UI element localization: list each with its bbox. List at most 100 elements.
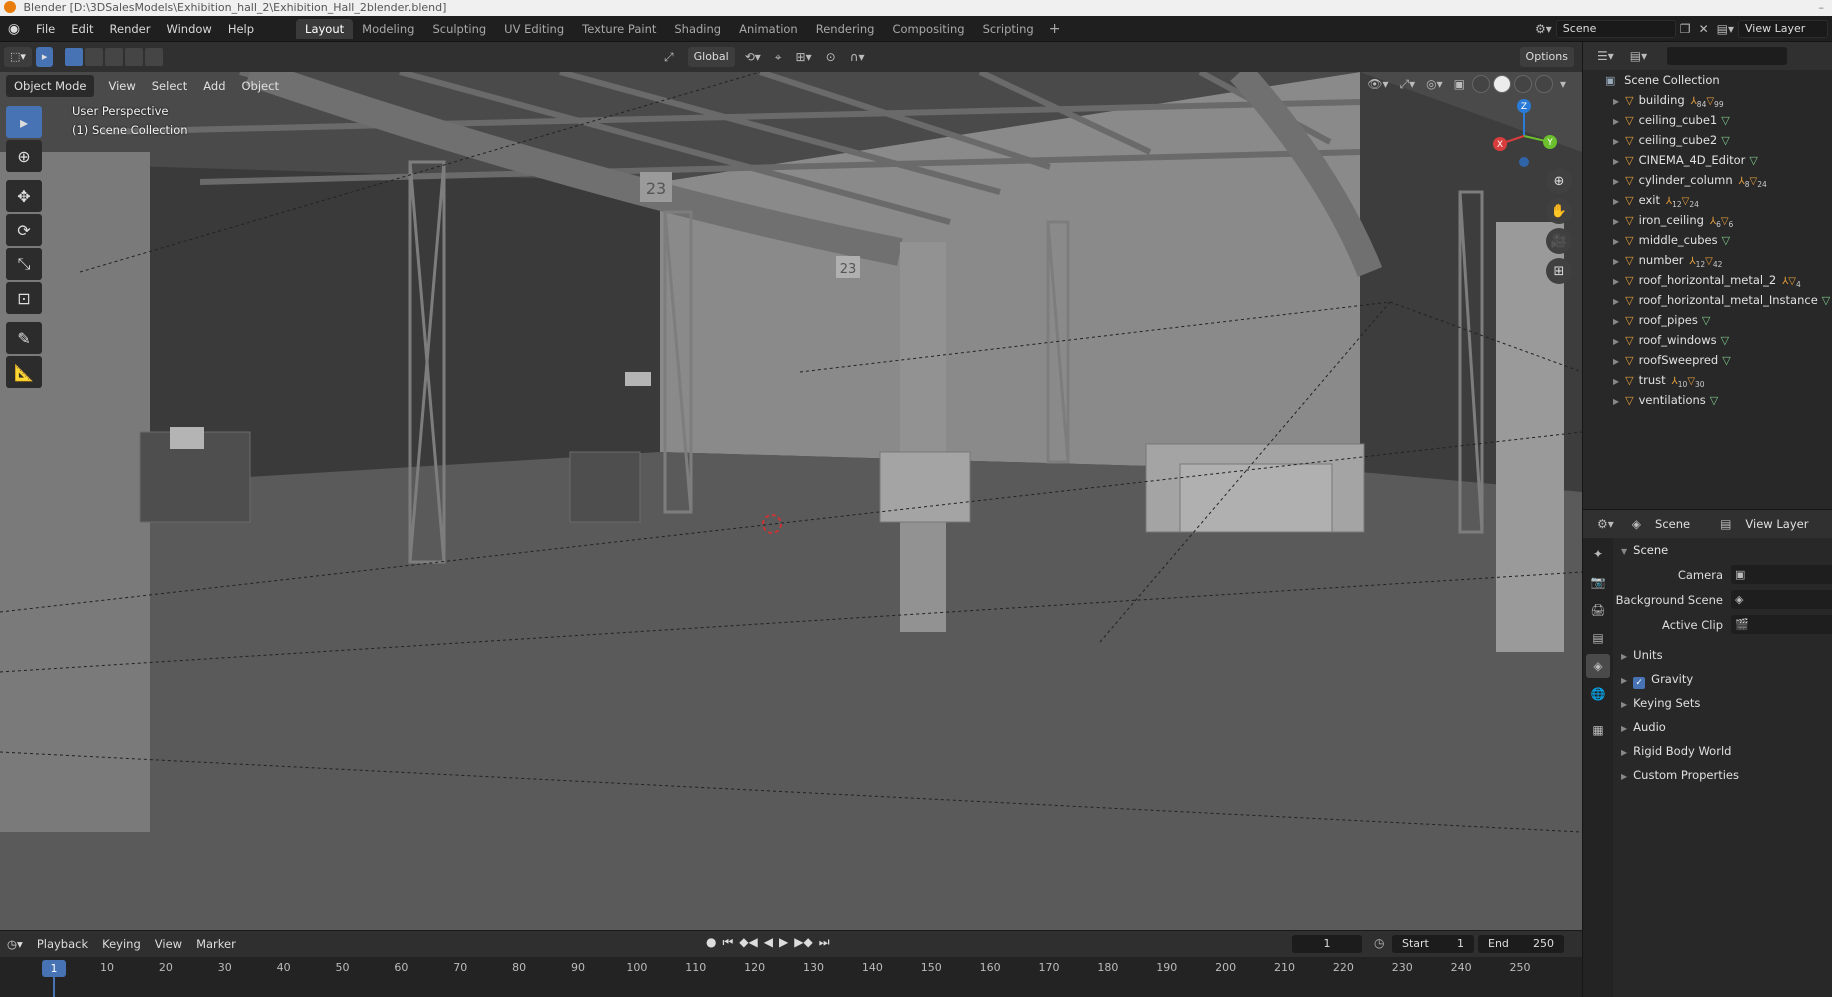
- blender-logo-icon[interactable]: ◉: [0, 16, 28, 42]
- outliner-item[interactable]: ▶ ▽ roof_horizontal_metal_Instance ▽: [1583, 290, 1832, 310]
- expand-icon[interactable]: ▶: [1613, 97, 1619, 106]
- expand-icon[interactable]: ▶: [1613, 257, 1619, 266]
- overlay-toggle-icon[interactable]: ◎▾: [1422, 77, 1447, 91]
- gravity-panel[interactable]: ▶ ✓ Gravity: [1613, 667, 1832, 691]
- tab-sculpting[interactable]: Sculpting: [423, 19, 495, 39]
- options-dropdown[interactable]: Options: [1519, 47, 1574, 67]
- timeline-editor-icon[interactable]: ◷▾: [0, 937, 30, 951]
- jump-start-icon[interactable]: ⏮: [722, 935, 733, 950]
- clock-icon[interactable]: ◷: [1370, 936, 1388, 950]
- move-tool-icon[interactable]: ✥: [6, 180, 42, 212]
- proportional-edit-icon[interactable]: ⊙: [822, 50, 840, 64]
- scene-collection-row[interactable]: ▣ Scene Collection: [1583, 70, 1832, 90]
- mesh-data-icon[interactable]: ▽: [1722, 234, 1730, 247]
- background-scene-field[interactable]: ◈: [1731, 590, 1832, 609]
- units-panel[interactable]: ▶ Units: [1613, 643, 1832, 667]
- wireframe-shading-icon[interactable]: [1471, 75, 1490, 93]
- measure-tool-icon[interactable]: 📐: [6, 356, 42, 388]
- gravity-checkbox[interactable]: ✓: [1633, 677, 1646, 689]
- select-subtract-icon[interactable]: [105, 48, 124, 66]
- current-frame-field[interactable]: 1: [1292, 935, 1362, 953]
- new-scene-icon[interactable]: ❐: [1676, 22, 1695, 36]
- expand-icon[interactable]: ▶: [1613, 277, 1619, 286]
- children-icon[interactable]: ⅄6▽6: [1710, 216, 1733, 229]
- outliner-item[interactable]: ▶ ▽ iron_ceiling ⅄6▽6: [1583, 210, 1832, 230]
- select-intersect-icon[interactable]: [145, 48, 164, 66]
- play-icon[interactable]: ▶: [779, 935, 788, 950]
- expand-icon[interactable]: ▶: [1613, 337, 1619, 346]
- select-extend-icon[interactable]: [85, 48, 104, 66]
- mesh-data-icon[interactable]: ▽: [1749, 154, 1757, 167]
- outliner-item[interactable]: ▶ ▽ middle_cubes ▽: [1583, 230, 1832, 250]
- outliner-item[interactable]: ▶ ▽ trust ⅄10▽30: [1583, 370, 1832, 390]
- cursor-tool-icon[interactable]: ⊕: [6, 140, 42, 172]
- expand-icon[interactable]: ▶: [1613, 357, 1619, 366]
- record-icon[interactable]: ●: [706, 935, 716, 950]
- expand-icon[interactable]: ▶: [1613, 177, 1619, 186]
- menu-file[interactable]: File: [28, 16, 63, 42]
- custom-properties-panel[interactable]: ▶ Custom Properties: [1613, 763, 1832, 787]
- scene-icon[interactable]: ⚙▾: [1531, 22, 1556, 36]
- mesh-data-icon[interactable]: ▽: [1702, 314, 1710, 327]
- end-frame-field[interactable]: End 250: [1478, 935, 1564, 953]
- viewport-menu-view[interactable]: View: [100, 75, 143, 97]
- xray-icon[interactable]: ▣: [1450, 77, 1469, 91]
- outliner-item[interactable]: ▶ ▽ CINEMA_4D_Editor ▽: [1583, 150, 1832, 170]
- frame-ruler[interactable]: 1 10 20 30 40 50 60 70 80 90 100 110 120 130 140 150 160…: [0, 957, 1582, 997]
- scene-panel-header[interactable]: ▼ Scene: [1613, 538, 1832, 562]
- timeline-menu-marker[interactable]: Marker: [189, 937, 243, 951]
- gizmo-toggle-icon[interactable]: ⤢▾: [1396, 77, 1420, 92]
- timeline-menu-playback[interactable]: Playback: [30, 937, 95, 951]
- tab-animation[interactable]: Animation: [730, 19, 807, 39]
- outliner-item[interactable]: ▶ ▽ roof_windows ▽: [1583, 330, 1832, 350]
- playhead-line[interactable]: [53, 977, 55, 997]
- outliner-item[interactable]: ▶ ▽ exit ⅄12▽24: [1583, 190, 1832, 210]
- expand-icon[interactable]: ▶: [1613, 397, 1619, 406]
- outliner-item[interactable]: ▶ ▽ roof_horizontal_metal_2 ⅄▽4: [1583, 270, 1832, 290]
- mesh-data-icon[interactable]: ▽: [1822, 294, 1830, 307]
- mesh-data-icon[interactable]: ▽: [1721, 134, 1729, 147]
- rotate-tool-icon[interactable]: ⟳: [6, 214, 42, 246]
- mesh-data-icon[interactable]: ▽: [1721, 114, 1729, 127]
- tab-shading[interactable]: Shading: [665, 19, 730, 39]
- next-keyframe-icon[interactable]: ▶◆: [794, 935, 812, 950]
- tab-rendering[interactable]: Rendering: [807, 19, 884, 39]
- menu-help[interactable]: Help: [220, 16, 262, 42]
- display-mode-icon[interactable]: ▤▾: [1626, 49, 1651, 63]
- world-tab-icon[interactable]: 🌐: [1586, 682, 1610, 706]
- delete-scene-icon[interactable]: ✕: [1695, 22, 1713, 36]
- expand-icon[interactable]: ▶: [1613, 137, 1619, 146]
- ortho-toggle-icon[interactable]: ⊞: [1546, 258, 1572, 284]
- 3d-viewport[interactable]: 23 23 Object Mode View Select Add Object…: [0, 72, 1582, 930]
- tool-tab-icon[interactable]: ✦: [1586, 542, 1610, 566]
- tab-uv-editing[interactable]: UV Editing: [495, 19, 573, 39]
- view-layer-icon[interactable]: ▤▾: [1713, 22, 1738, 36]
- jump-end-icon[interactable]: ⏭: [819, 935, 830, 950]
- camera-field[interactable]: ▣: [1731, 565, 1832, 584]
- outliner-editor-icon[interactable]: ☰▾: [1593, 49, 1618, 63]
- properties-editor-icon[interactable]: ⚙▾: [1593, 517, 1618, 531]
- mesh-data-icon[interactable]: ▽: [1710, 394, 1718, 407]
- mesh-data-icon[interactable]: ▽: [1722, 354, 1730, 367]
- children-icon[interactable]: ⅄10▽30: [1672, 376, 1705, 389]
- select-new-icon[interactable]: [65, 48, 84, 66]
- keying-sets-panel[interactable]: ▶ Keying Sets: [1613, 691, 1832, 715]
- snap-target-icon[interactable]: ⊞▾: [792, 50, 816, 64]
- expand-icon[interactable]: ▶: [1613, 217, 1619, 226]
- viewport-menu-add[interactable]: Add: [195, 75, 233, 97]
- annotate-tool-icon[interactable]: ✎: [6, 322, 42, 354]
- outliner-item[interactable]: ▶ ▽ ceiling_cube1 ▽: [1583, 110, 1832, 130]
- timeline-menu-keying[interactable]: Keying: [95, 937, 148, 951]
- outliner-item[interactable]: ▶ ▽ ventilations ▽: [1583, 390, 1832, 410]
- minimize-button[interactable]: –: [1819, 0, 1825, 16]
- prev-keyframe-icon[interactable]: ◆◀: [739, 935, 757, 950]
- expand-icon[interactable]: ▶: [1613, 117, 1619, 126]
- play-reverse-icon[interactable]: ◀: [764, 935, 773, 950]
- texture-tab-icon[interactable]: ▦: [1586, 718, 1610, 742]
- select-tool-icon[interactable]: ▸: [35, 47, 54, 67]
- expand-icon[interactable]: ▶: [1613, 197, 1619, 206]
- tab-scripting[interactable]: Scripting: [974, 19, 1043, 39]
- transform-orientation-dropdown[interactable]: Global: [687, 47, 735, 67]
- expand-icon[interactable]: ▶: [1613, 157, 1619, 166]
- outliner-search-input[interactable]: [1667, 47, 1788, 65]
